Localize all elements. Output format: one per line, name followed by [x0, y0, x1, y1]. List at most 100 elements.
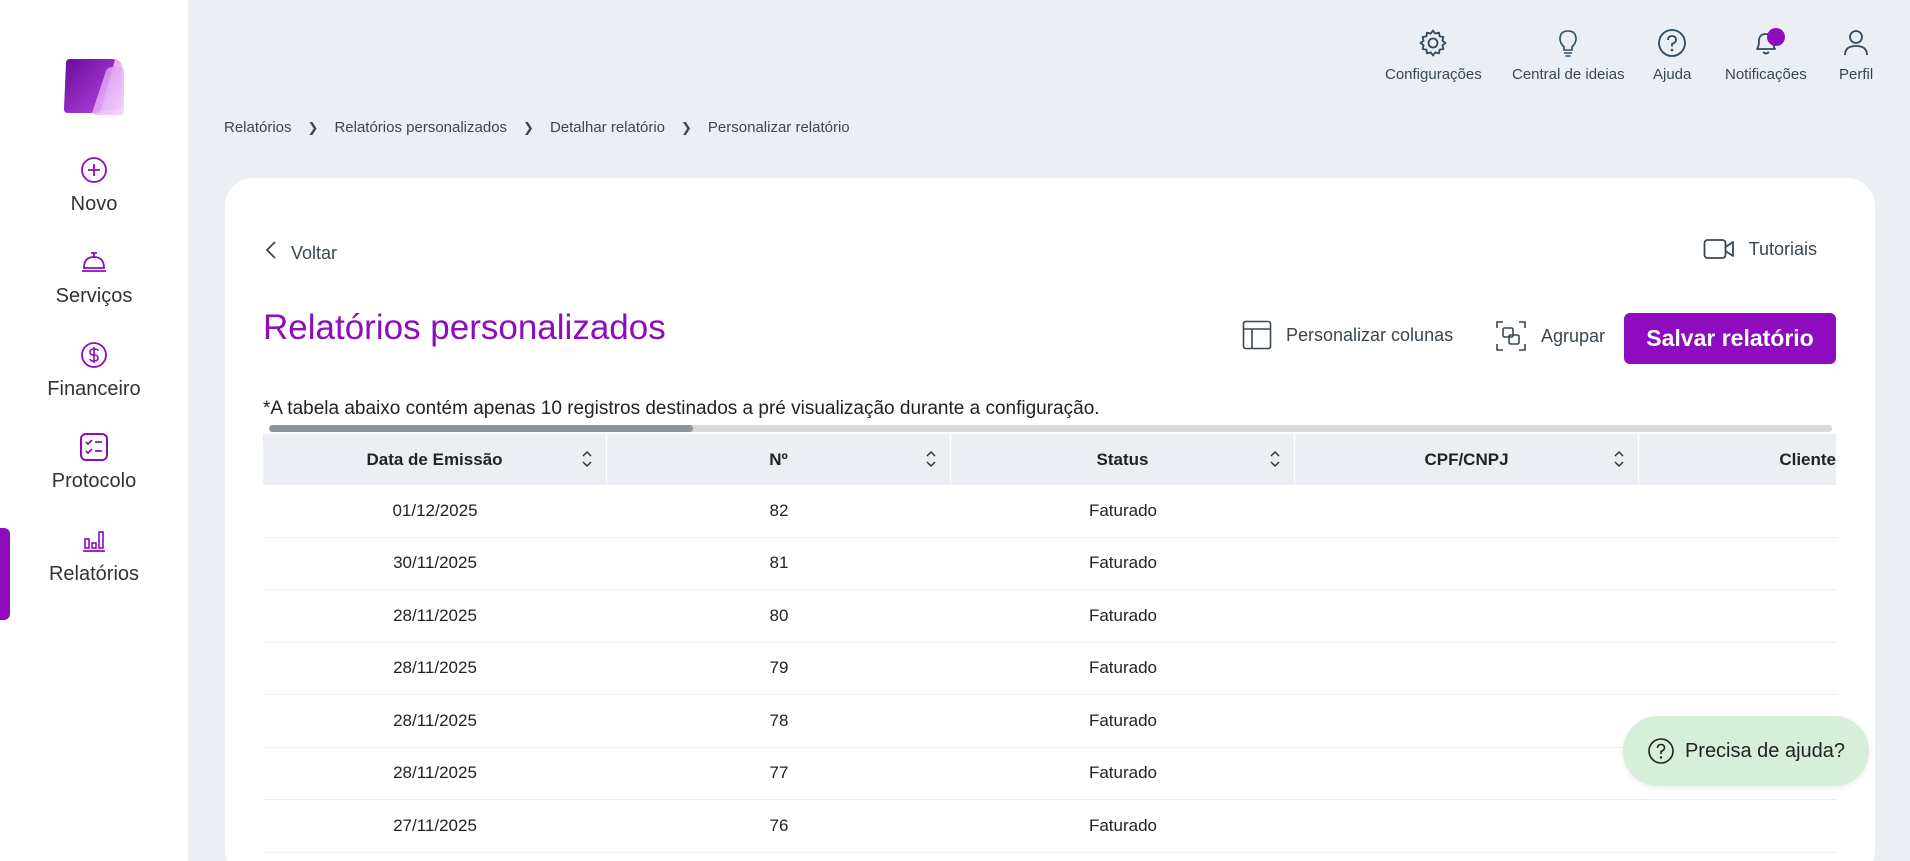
table-cell: 79 [769, 658, 789, 678]
notifications-label: Notificações [1725, 66, 1807, 83]
app-logo[interactable] [62, 57, 126, 117]
sidebar-item-label: Serviços [55, 284, 133, 307]
page-title: Relatórios personalizados [263, 308, 666, 347]
sort-icon [1614, 450, 1624, 468]
sort-icon [1270, 450, 1280, 468]
group-label: Agrupar [1541, 325, 1606, 346]
profile-button[interactable]: Perfil [1839, 26, 1873, 83]
table-cell: Faturado [1088, 658, 1158, 678]
help-label: Ajuda [1653, 66, 1692, 83]
table-cell: Faturado [1088, 605, 1158, 625]
breadcrumb-item[interactable]: Detalhar relatório [550, 119, 665, 136]
notifications-button[interactable]: Notificações [1725, 26, 1807, 83]
column-header-cliente[interactable]: Cliente [1639, 434, 1836, 485]
chevron-right-icon: ❯ [307, 119, 319, 135]
table-cell: Faturado [1088, 500, 1158, 520]
sidebar-item-novo[interactable]: Novo [0, 140, 188, 230]
help-chat-button[interactable]: Precisa de ajuda? [1623, 716, 1869, 786]
column-header-label: Nº [769, 449, 788, 469]
chevron-left-icon [265, 240, 277, 266]
chevron-right-icon: ❯ [681, 119, 692, 135]
table-cell: 76 [769, 815, 789, 835]
tutorials-label: Tutoriais [1748, 238, 1817, 259]
column-header-data-emissao[interactable]: Data de Emissão [263, 434, 607, 485]
sidebar-item-financeiro[interactable]: Financeiro [0, 325, 188, 415]
customize-columns-button[interactable]: Personalizar colunas [1242, 320, 1453, 350]
scrollbar-thumb[interactable] [269, 425, 693, 432]
bell-desk-icon [79, 247, 109, 277]
horizontal-scrollbar[interactable] [269, 425, 1832, 432]
table-cell: 82 [769, 500, 789, 520]
user-icon [1842, 26, 1870, 60]
sidebar-item-label: Relatórios [48, 562, 140, 585]
table-cell: 30/11/2025 [393, 553, 477, 573]
group-icon [1496, 321, 1526, 351]
help-button[interactable]: Ajuda [1653, 26, 1691, 83]
sidebar-item-protocolo[interactable]: Protocolo [0, 417, 188, 507]
checklist-icon [79, 432, 109, 462]
table-cell: 28/11/2025 [393, 658, 477, 678]
back-label: Voltar [291, 242, 338, 263]
table-cell: Faturado [1088, 763, 1158, 783]
table-row[interactable]: 28/11/2025 78 Faturado [263, 695, 1836, 748]
column-header-label: CPF/CNPJ [1424, 449, 1509, 469]
sidebar: Novo Serviços Financeiro Protocolo Relat… [0, 0, 188, 861]
preview-note: *A tabela abaixo contém apenas 10 regist… [263, 398, 1100, 419]
breadcrumb-current: Personalizar relatório [707, 119, 850, 136]
breadcrumb: Relatórios ❯ Relatórios personalizados ❯… [224, 119, 850, 136]
table-cell: Faturado [1088, 553, 1158, 573]
sidebar-item-label: Protocolo [51, 469, 137, 492]
table-row[interactable]: 30/11/2025 81 Faturado [263, 538, 1836, 590]
group-button[interactable]: Agrupar [1495, 320, 1605, 352]
gear-icon [1418, 26, 1448, 60]
column-header-label: Cliente [1779, 449, 1836, 469]
table-row[interactable]: 01/12/2025 82 Faturado [263, 485, 1836, 538]
question-circle-icon [1648, 738, 1674, 764]
table-row[interactable]: 28/11/2025 80 Faturado [263, 590, 1836, 643]
table-cell: 28/11/2025 [393, 605, 477, 625]
lightbulb-icon [1555, 26, 1581, 60]
table-body: 01/12/2025 82 Faturado 30/11/2025 81 Faturado… [263, 485, 1836, 853]
sidebar-item-label: Financeiro [47, 377, 141, 400]
column-header-status[interactable]: Status [951, 434, 1295, 485]
table-cell: 80 [769, 605, 789, 625]
table-row[interactable]: 28/11/2025 77 Faturado [263, 748, 1836, 800]
sidebar-item-label: Novo [70, 192, 118, 215]
ideas-label: Central de ideias [1512, 66, 1625, 83]
question-circle-icon [1657, 26, 1687, 60]
table-cell: Faturado [1088, 815, 1158, 835]
chevron-right-icon: ❯ [523, 119, 534, 135]
table-cell: 78 [769, 710, 789, 730]
table-row[interactable]: 27/11/2025 76 Faturado [263, 800, 1836, 853]
column-header-numero[interactable]: Nº [607, 434, 951, 485]
back-button[interactable]: Voltar [265, 240, 337, 266]
breadcrumb-item[interactable]: Relatórios personalizados [334, 119, 507, 136]
video-camera-icon [1703, 239, 1734, 259]
table-cell: 81 [769, 553, 789, 573]
ideas-button[interactable]: Central de ideias [1512, 26, 1625, 83]
profile-label: Perfil [1839, 66, 1874, 83]
save-report-button[interactable]: Salvar relatório [1624, 313, 1836, 364]
table-cell: 27/11/2025 [393, 815, 477, 835]
tutorials-button[interactable]: Tutoriais [1703, 238, 1817, 260]
breadcrumb-item[interactable]: Relatórios [224, 119, 292, 136]
help-chat-label: Precisa de ajuda? [1684, 739, 1846, 762]
notification-badge [1767, 28, 1785, 46]
column-header-label: Data de Emissão [366, 449, 503, 469]
table-cell: 01/12/2025 [392, 500, 478, 520]
bar-chart-icon [79, 525, 109, 555]
column-header-cpf-cnpj[interactable]: CPF/CNPJ [1295, 434, 1639, 485]
sidebar-item-relatorios[interactable]: Relatórios [0, 510, 188, 600]
plus-circle-icon [79, 155, 109, 185]
sort-icon [926, 450, 936, 468]
settings-label: Configurações [1385, 66, 1482, 83]
customize-columns-label: Personalizar colunas [1286, 324, 1454, 345]
table-header: Data de Emissão Nº Status CPF/CNPJ Clien… [263, 434, 1836, 485]
table-row[interactable]: 28/11/2025 79 Faturado [263, 643, 1836, 695]
report-table: Data de Emissão Nº Status CPF/CNPJ Clien… [263, 434, 1836, 853]
settings-button[interactable]: Configurações [1385, 26, 1482, 83]
sidebar-item-servicos[interactable]: Serviços [0, 232, 188, 322]
column-header-label: Status [1096, 449, 1149, 469]
table-cell: 28/11/2025 [393, 763, 477, 783]
columns-icon [1242, 320, 1272, 350]
